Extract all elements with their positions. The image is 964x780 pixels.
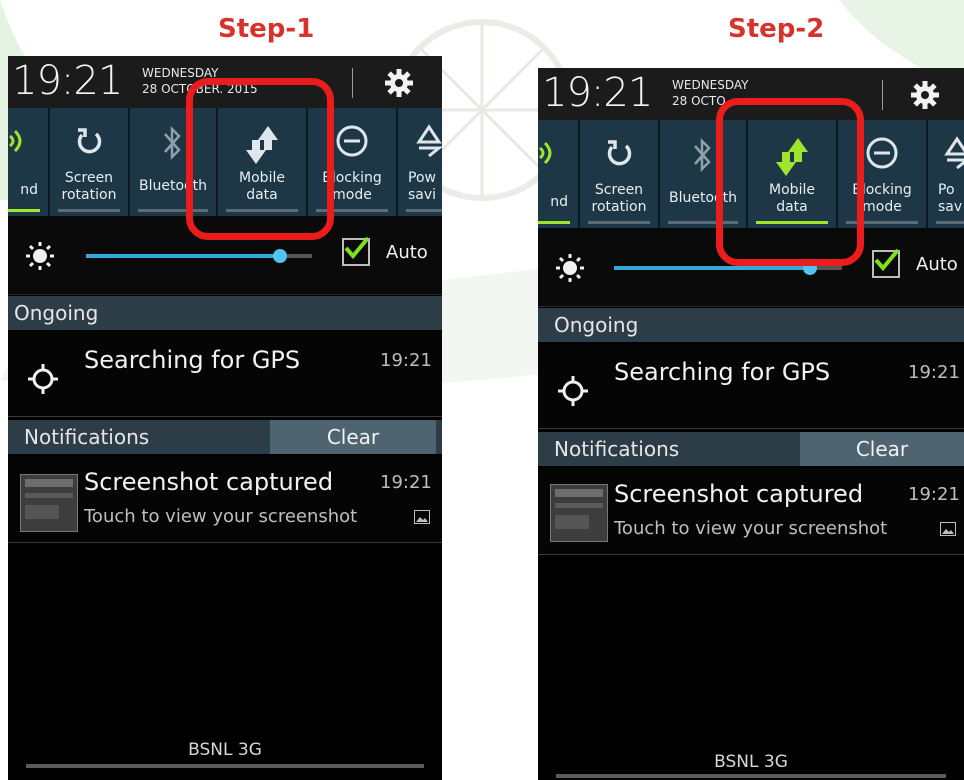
panel-drag-handle[interactable] bbox=[556, 774, 946, 778]
carrier-label: BSNL 3G bbox=[188, 740, 262, 760]
quick-tile-screen-rotation[interactable]: Screen rotation bbox=[580, 120, 660, 228]
bluetooth-icon bbox=[164, 125, 181, 161]
notifications-header-label: Notifications bbox=[24, 425, 150, 449]
brightness-icon bbox=[26, 242, 54, 270]
tile-label: Screen rotation bbox=[61, 170, 117, 203]
brightness-slider-fill bbox=[86, 254, 281, 258]
auto-brightness-checkbox[interactable] bbox=[342, 236, 370, 266]
screenshot-notification[interactable]: Screenshot captured 19:21 Touch to view … bbox=[8, 456, 442, 543]
ongoing-header: Ongoing bbox=[8, 296, 442, 330]
gps-notification-time: 19:21 bbox=[908, 362, 960, 383]
divider bbox=[352, 68, 353, 98]
tile-state-bar bbox=[8, 209, 40, 212]
auto-brightness-checkbox[interactable] bbox=[872, 248, 900, 278]
settings-gear-icon[interactable] bbox=[384, 68, 414, 98]
notifications-header: Notifications Clear bbox=[8, 420, 442, 454]
tile-state-bar bbox=[406, 209, 442, 212]
screenshot-notification-subtitle: Touch to view your screenshot bbox=[614, 518, 888, 539]
screenshot-thumbnail bbox=[550, 484, 608, 542]
clock: 19:21 bbox=[12, 58, 123, 104]
quick-tile-power-saving[interactable]: Pow savi bbox=[398, 108, 442, 216]
carrier-label: BSNL 3G bbox=[714, 752, 788, 772]
date: 28 OCTO bbox=[672, 94, 726, 108]
tile-state-bar bbox=[588, 221, 650, 224]
rotation-icon bbox=[77, 128, 102, 154]
image-icon bbox=[414, 510, 430, 524]
screenshot-notification[interactable]: Screenshot captured 19:21 Touch to view … bbox=[538, 468, 964, 555]
sound-icon bbox=[538, 141, 552, 165]
highlight-mobile-data-step-2 bbox=[716, 98, 864, 266]
tile-label: nd bbox=[550, 194, 568, 210]
quick-tile-power-saving[interactable]: Po sav bbox=[928, 120, 964, 228]
settings-gear-icon[interactable] bbox=[910, 80, 940, 110]
bluetooth-icon bbox=[694, 137, 711, 173]
brightness-slider-handle[interactable] bbox=[273, 249, 288, 263]
notifications-header: Notifications Clear bbox=[538, 432, 964, 466]
gps-crosshair-icon bbox=[28, 364, 58, 394]
gps-notification-time: 19:21 bbox=[380, 350, 432, 371]
quick-tile-sound[interactable]: nd bbox=[538, 120, 580, 228]
tile-label: Screen rotation bbox=[591, 182, 647, 215]
checkmark-icon bbox=[874, 248, 900, 272]
tile-state-bar bbox=[538, 221, 570, 224]
rotation-icon bbox=[607, 140, 632, 166]
divider bbox=[882, 80, 883, 110]
image-icon bbox=[940, 522, 956, 536]
gps-crosshair-icon bbox=[558, 376, 588, 406]
recycle-icon bbox=[944, 136, 964, 170]
brightness-slider[interactable] bbox=[86, 249, 312, 263]
ongoing-header-label: Ongoing bbox=[554, 313, 639, 337]
sound-icon bbox=[8, 129, 22, 153]
blocking-icon bbox=[866, 137, 898, 169]
clear-button[interactable]: Clear bbox=[800, 432, 964, 466]
weekday: WEDNESDAY bbox=[672, 78, 749, 92]
gps-notification-title: Searching for GPS bbox=[614, 358, 831, 386]
screenshot-thumbnail bbox=[20, 474, 78, 532]
ongoing-header-label: Ongoing bbox=[14, 301, 99, 325]
tile-label: Po sav bbox=[938, 182, 963, 215]
clear-button[interactable]: Clear bbox=[270, 420, 436, 454]
tile-label: Pow savi bbox=[408, 170, 437, 203]
quick-tile-sound[interactable]: nd bbox=[8, 108, 50, 216]
clock: 19:21 bbox=[542, 70, 653, 116]
tile-state-bar bbox=[58, 209, 120, 212]
screenshot-notification-subtitle: Touch to view your screenshot bbox=[84, 506, 358, 527]
notifications-header-label: Notifications bbox=[554, 437, 680, 461]
gps-notification-title: Searching for GPS bbox=[84, 346, 301, 374]
panel-drag-handle[interactable] bbox=[26, 764, 424, 768]
checkmark-icon bbox=[344, 236, 370, 260]
tile-state-bar bbox=[936, 221, 964, 224]
gps-notification[interactable]: Searching for GPS 19:21 bbox=[8, 332, 442, 417]
screenshot-notification-time: 19:21 bbox=[908, 484, 960, 505]
highlight-mobile-data-step-1 bbox=[186, 78, 334, 240]
blocking-icon bbox=[336, 125, 368, 157]
auto-label: Auto bbox=[916, 254, 958, 275]
screenshot-notification-title: Screenshot captured bbox=[614, 480, 864, 508]
brightness-icon bbox=[556, 254, 584, 282]
recycle-icon bbox=[416, 124, 442, 158]
screenshot-notification-title: Screenshot captured bbox=[84, 468, 334, 496]
step-2-title: Step-2 bbox=[728, 14, 825, 44]
gps-notification[interactable]: Searching for GPS 19:21 bbox=[538, 344, 964, 429]
screenshot-notification-time: 19:21 bbox=[380, 472, 432, 493]
ongoing-header: Ongoing bbox=[538, 308, 964, 342]
brightness-slider-fill bbox=[614, 266, 811, 270]
auto-label: Auto bbox=[386, 242, 428, 263]
quick-tile-screen-rotation[interactable]: Screen rotation bbox=[50, 108, 130, 216]
brightness-slider[interactable] bbox=[614, 261, 842, 275]
tile-label: nd bbox=[20, 182, 38, 198]
step-1-title: Step-1 bbox=[218, 14, 315, 44]
